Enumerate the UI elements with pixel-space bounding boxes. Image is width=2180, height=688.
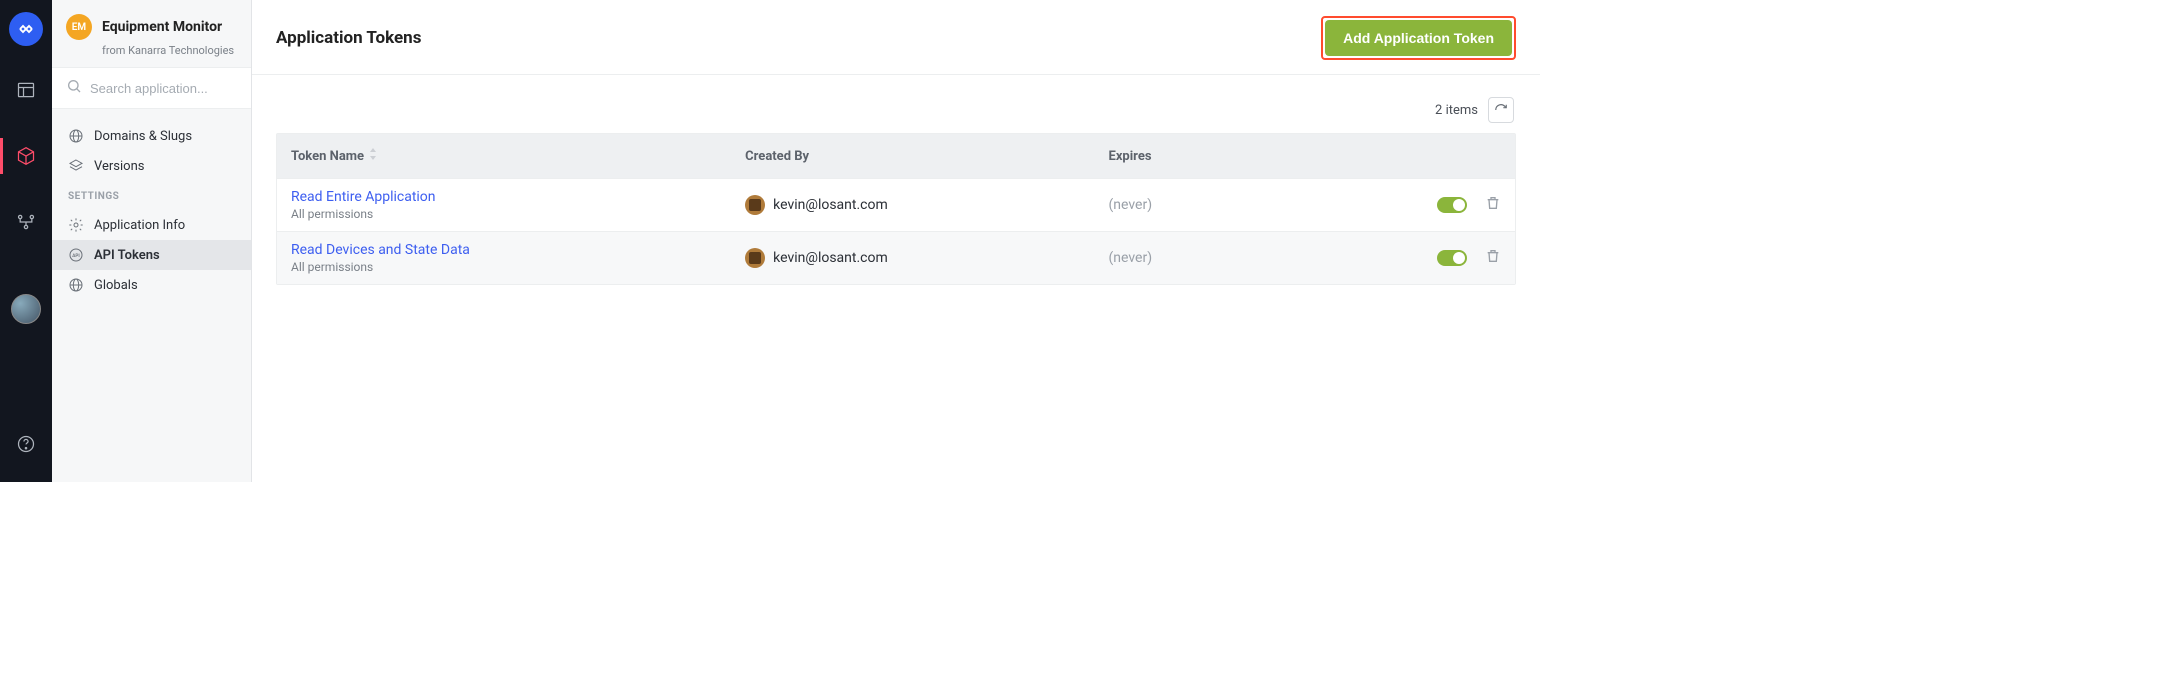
- trash-icon: [1485, 195, 1501, 211]
- highlight-annotation: Add Application Token: [1321, 16, 1516, 60]
- app-badge: EM: [66, 14, 92, 40]
- help-icon[interactable]: [0, 422, 52, 466]
- add-application-token-button[interactable]: Add Application Token: [1325, 20, 1512, 56]
- item-count: 2 items: [1435, 103, 1478, 118]
- table-row: Read Devices and State Data All permissi…: [277, 231, 1515, 284]
- sort-icon: [368, 148, 378, 164]
- delete-button[interactable]: [1485, 195, 1501, 215]
- column-created-by: Created By: [745, 149, 1108, 164]
- sidebar-heading-settings: SETTINGS: [52, 185, 251, 208]
- sidebar-item-api-tokens[interactable]: API API Tokens: [52, 240, 251, 270]
- trash-icon: [1485, 248, 1501, 264]
- enable-toggle[interactable]: [1437, 250, 1467, 266]
- search-icon: [66, 78, 82, 98]
- token-permissions: All permissions: [291, 260, 745, 274]
- sidebar-item-label: Domains & Slugs: [94, 129, 192, 144]
- sidebar-item-versions[interactable]: Versions: [52, 151, 251, 181]
- layers-icon: [68, 158, 84, 174]
- rail-application-icon[interactable]: [0, 134, 52, 178]
- app-header[interactable]: EM Equipment Monitor: [52, 0, 251, 50]
- search-input[interactable]: [90, 81, 237, 96]
- main-content: Application Tokens Add Application Token…: [252, 0, 1540, 482]
- column-label: Created By: [745, 149, 809, 164]
- api-icon: API: [68, 247, 84, 263]
- user-avatar-icon: [745, 195, 765, 215]
- rail-dashboard-icon[interactable]: [0, 68, 52, 112]
- app-subtitle: from Kanarra Technologies: [52, 44, 251, 57]
- created-by-email: kevin@losant.com: [773, 197, 888, 213]
- created-by-email: kevin@losant.com: [773, 250, 888, 266]
- column-label: Expires: [1109, 149, 1152, 164]
- sidebar-item-label: Application Info: [94, 218, 185, 233]
- tokens-table: Token Name Created By Expires Read Entir…: [276, 133, 1516, 285]
- created-by-cell: kevin@losant.com: [745, 195, 1108, 215]
- expires-cell: (never): [1109, 250, 1382, 266]
- sidebar-item-application-info[interactable]: Application Info: [52, 210, 251, 240]
- gear-icon: [68, 217, 84, 233]
- delete-button[interactable]: [1485, 248, 1501, 268]
- sidebar-item-label: Versions: [94, 159, 144, 174]
- icon-rail: [0, 0, 52, 482]
- column-token-name[interactable]: Token Name: [291, 148, 745, 164]
- sidebar-item-label: Globals: [94, 278, 138, 293]
- user-avatar-icon: [745, 248, 765, 268]
- sidebar: EM Equipment Monitor from Kanarra Techno…: [52, 0, 252, 482]
- token-permissions: All permissions: [291, 207, 745, 221]
- refresh-icon: [1494, 103, 1508, 117]
- sidebar-item-globals[interactable]: Globals: [52, 270, 251, 300]
- search-bar[interactable]: [52, 67, 251, 109]
- user-avatar-icon[interactable]: [11, 294, 41, 324]
- column-label: Token Name: [291, 149, 364, 164]
- page-title: Application Tokens: [276, 28, 421, 48]
- brand-logo[interactable]: [9, 12, 43, 46]
- globe-icon: [68, 128, 84, 144]
- created-by-cell: kevin@losant.com: [745, 248, 1108, 268]
- column-expires: Expires: [1109, 149, 1382, 164]
- app-name: Equipment Monitor: [102, 19, 222, 36]
- sidebar-item-domains[interactable]: Domains & Slugs: [52, 121, 251, 151]
- sidebar-item-label: API Tokens: [94, 248, 160, 263]
- enable-toggle[interactable]: [1437, 197, 1467, 213]
- token-name-link[interactable]: Read Entire Application: [291, 189, 745, 205]
- svg-text:API: API: [72, 253, 79, 259]
- rail-workflow-icon[interactable]: [0, 200, 52, 244]
- refresh-button[interactable]: [1488, 97, 1514, 123]
- expires-cell: (never): [1109, 197, 1382, 213]
- table-header: Token Name Created By Expires: [277, 134, 1515, 178]
- token-name-link[interactable]: Read Devices and State Data: [291, 242, 745, 258]
- table-row: Read Entire Application All permissions …: [277, 178, 1515, 231]
- globe-icon: [68, 277, 84, 293]
